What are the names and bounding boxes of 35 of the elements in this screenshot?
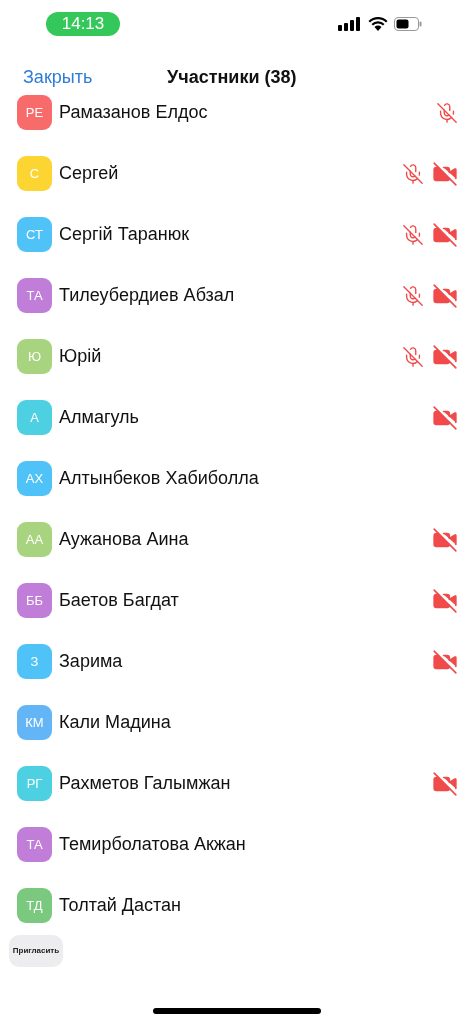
avatar: КМ [17, 705, 52, 740]
avatar: ТА [17, 278, 52, 313]
screen-title: Участники (38) [167, 67, 297, 87]
participant-name: Кали Мадина [59, 711, 172, 734]
participant-name: Рахметов Галымжан [59, 772, 232, 795]
participant-name: Юрій [59, 345, 103, 368]
participant-name: Сергій Таранюк [59, 223, 191, 246]
wifi-icon [368, 16, 388, 31]
avatar: АА [17, 522, 52, 557]
battery-icon [394, 16, 422, 31]
participant-name: Темирболатова Акжан [59, 833, 247, 856]
participant-name: Толтай Дастан [59, 894, 182, 917]
avatar: РЕ [17, 95, 52, 130]
avatar: РГ [17, 766, 52, 801]
participant-name: Алмагуль [59, 406, 140, 429]
avatar: ТД [17, 888, 52, 923]
participant-name: Алтынбеков Хабиболла [59, 467, 260, 490]
avatar: З [17, 644, 52, 679]
participant-name: Аужанова Аина [59, 528, 190, 551]
participant-name: Рамазанов Елдос [59, 101, 209, 124]
participant-name: Баетов Багдат [59, 589, 180, 612]
participant-name: Зарима [59, 650, 124, 673]
avatar: АХ [17, 461, 52, 496]
invite-button[interactable]: Пригласить [9, 935, 63, 967]
avatar: А [17, 400, 52, 435]
avatar: ББ [17, 583, 52, 618]
close-button[interactable]: Закрыть [23, 67, 93, 87]
avatar: ТА [17, 827, 52, 862]
participant-name: Сергей [59, 162, 120, 185]
participant-name: Тилеубердиев Абзал [59, 284, 236, 307]
signal-icon [338, 16, 362, 31]
status-time: 14:13 [46, 12, 120, 36]
avatar: СТ [17, 217, 52, 252]
avatar: С [17, 156, 52, 191]
avatar: Ю [17, 339, 52, 374]
